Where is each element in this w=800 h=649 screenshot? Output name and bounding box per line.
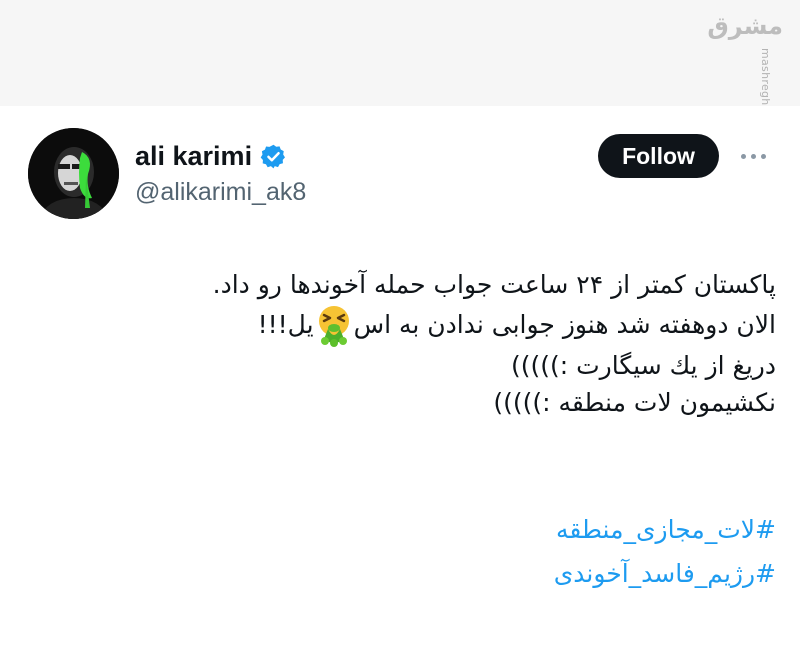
hashtag-list: #لات_مجازی_منطقه #رژیم_فاسد_آخوندی bbox=[276, 508, 776, 596]
hashtag-link[interactable]: #لات_مجازی_منطقه bbox=[276, 508, 776, 552]
more-dot bbox=[750, 153, 756, 159]
more-options-icon[interactable] bbox=[735, 144, 771, 168]
verified-badge-icon bbox=[260, 143, 287, 170]
tweet-line-2-end: یل!!! bbox=[257, 310, 314, 339]
tweet-line-2-start: الان دوهفته شد هنوز جوابی ندادن به اس bbox=[353, 310, 776, 339]
avatar[interactable] bbox=[28, 128, 119, 219]
display-name[interactable]: ali karimi bbox=[135, 141, 252, 172]
watermark-logo: مشرق bbox=[707, 12, 783, 40]
top-band bbox=[0, 0, 800, 106]
tweet-card: ali karimi @alikarimi_ak8 Follow پاکستان… bbox=[0, 106, 800, 649]
tweet-line-1: پاکستان کمتر از ۲۴ ساعت جواب حمله آخونده… bbox=[212, 270, 776, 299]
face-vomiting-emoji bbox=[310, 303, 358, 347]
more-dot bbox=[740, 153, 746, 159]
tweet-line-4: نکشیمون لات منطقه :))))) bbox=[493, 388, 776, 417]
tweet-line-3: دریغ از یك سیگارت :))))) bbox=[510, 351, 776, 380]
hashtag-link[interactable]: #رژیم_فاسد_آخوندی bbox=[276, 552, 776, 596]
tweet-line-2: الان دوهفته شد هنوز جوابی ندادن به اس یل… bbox=[216, 303, 776, 347]
author-handle[interactable]: @alikarimi_ak8 bbox=[135, 178, 306, 207]
author-name-row: ali karimi bbox=[135, 139, 287, 173]
follow-button[interactable]: Follow bbox=[598, 134, 719, 178]
more-dot bbox=[760, 153, 766, 159]
tweet-text: پاکستان کمتر از ۲۴ ساعت جواب حمله آخونده… bbox=[212, 266, 776, 421]
